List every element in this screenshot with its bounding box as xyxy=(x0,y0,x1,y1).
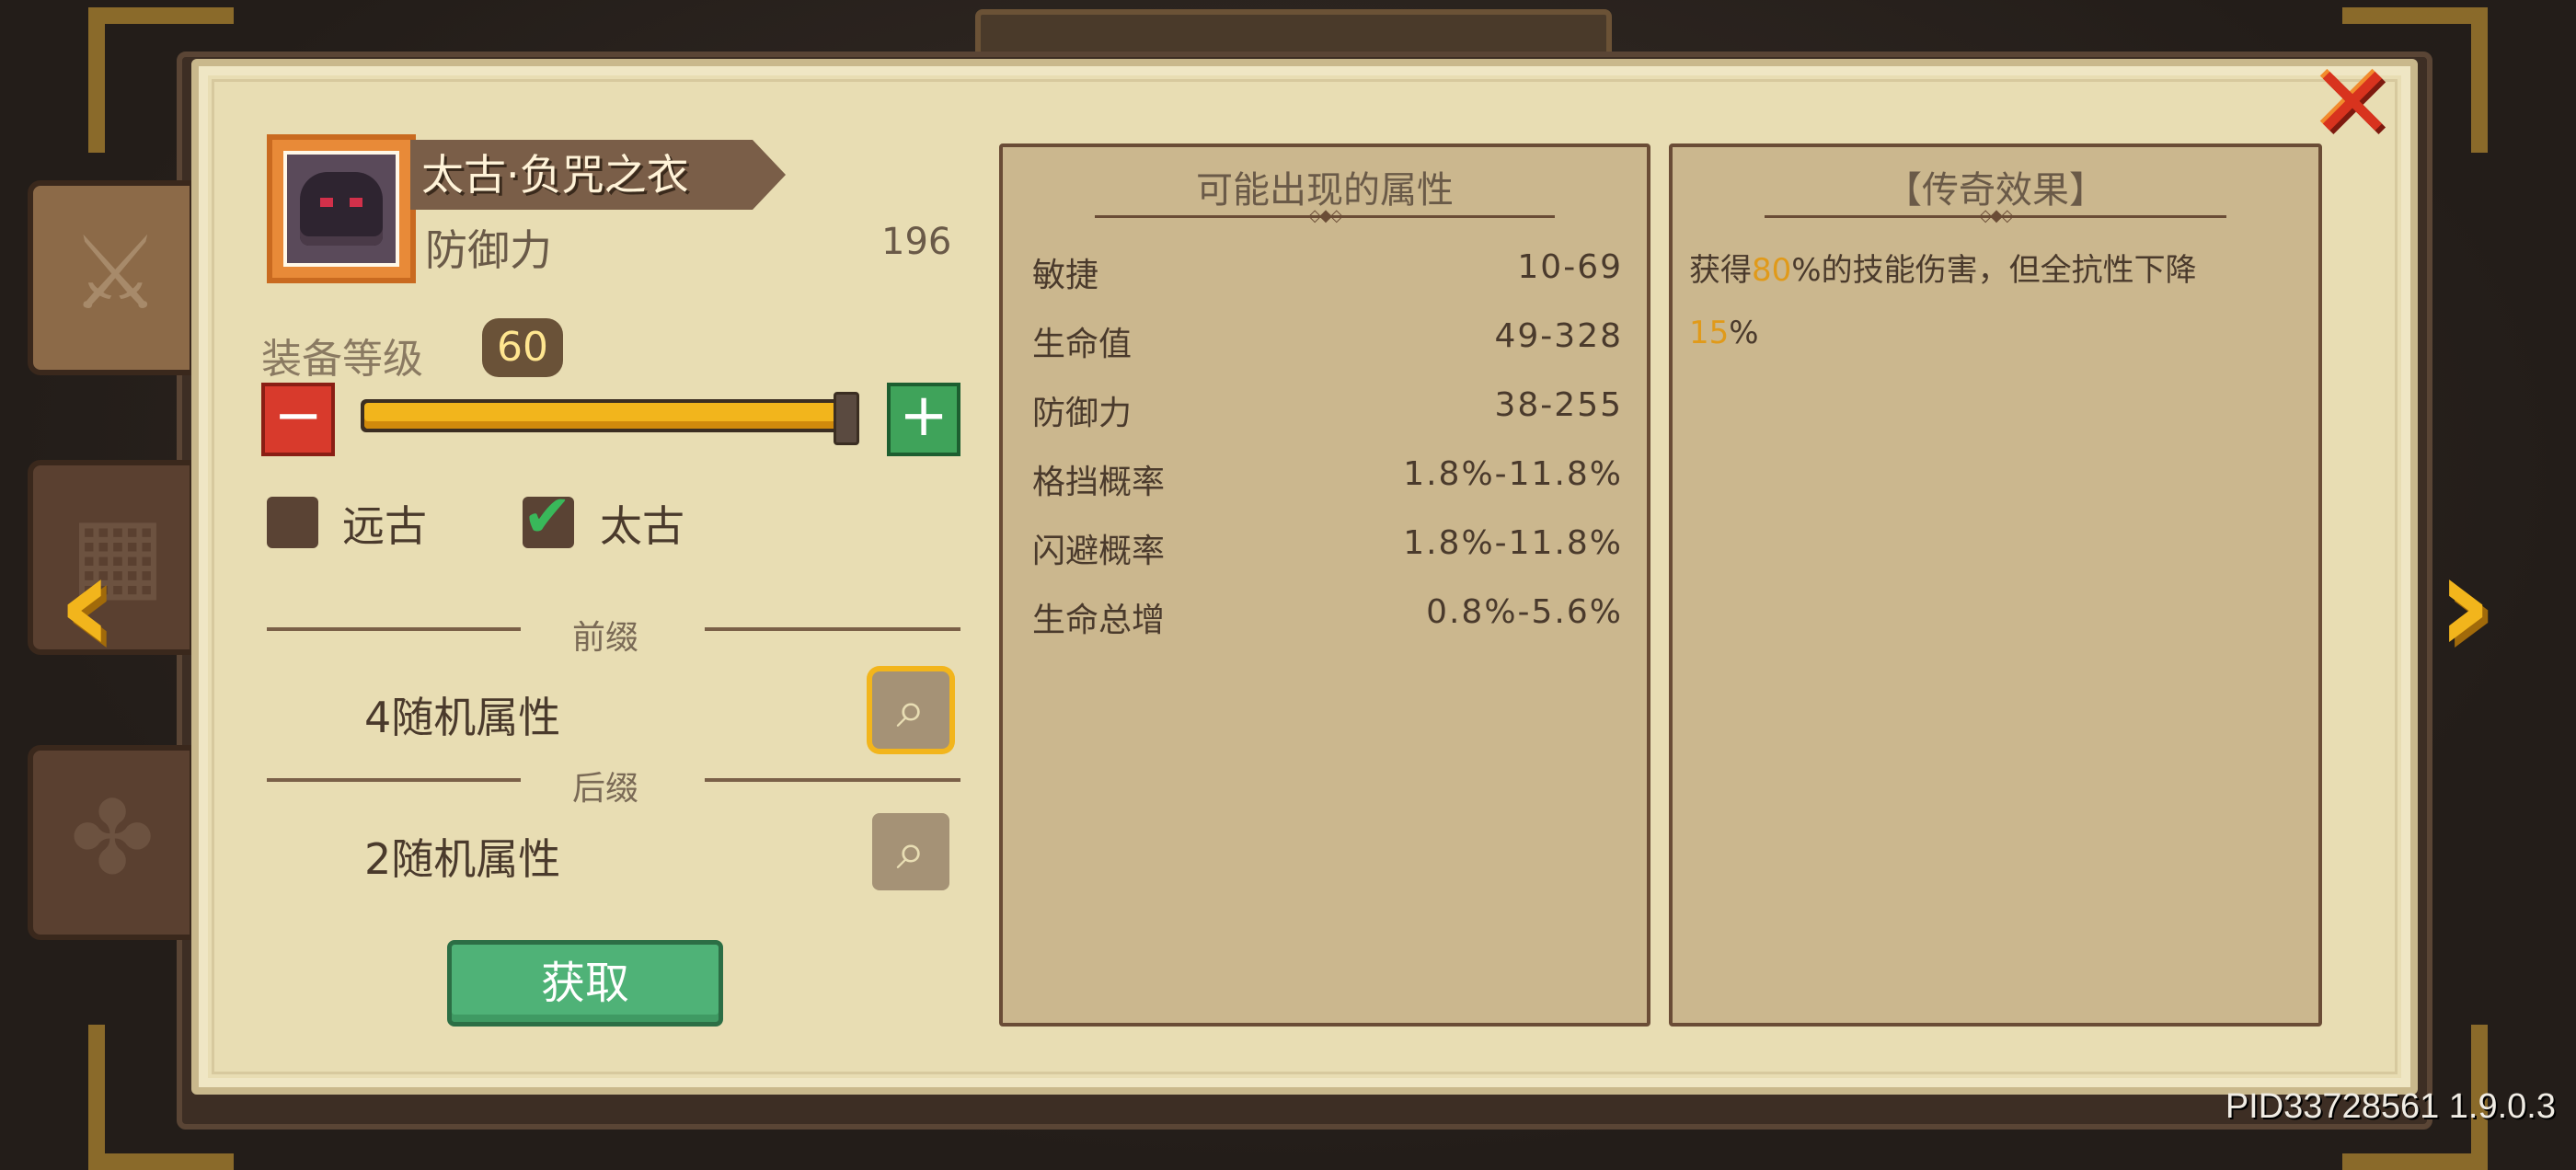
minus-icon: − xyxy=(273,382,323,450)
increase-level-button[interactable]: + xyxy=(887,383,960,456)
level-slider-handle[interactable] xyxy=(834,392,859,445)
item-stat-value: 196 xyxy=(881,221,952,263)
plus-icon: + xyxy=(899,382,949,450)
close-button[interactable]: ✕ xyxy=(2307,52,2398,154)
attribute-range: 38-255 xyxy=(1494,386,1623,424)
attribute-name: 敏捷 xyxy=(1032,257,1099,294)
legendary-effect-line-1: 获得80%的技能伤害，但全抗性下降 xyxy=(1689,245,2197,290)
suffix-label: 后缀 xyxy=(572,770,639,808)
prefix-label: 前缀 xyxy=(572,619,639,657)
effect-text: % xyxy=(1729,315,1759,351)
sword-icon: ⚔ xyxy=(70,214,161,332)
checkmark-icon: ✔ xyxy=(523,483,572,551)
decrease-level-button[interactable]: − xyxy=(261,383,335,456)
level-badge: 60 xyxy=(482,318,563,377)
effect-value: 80 xyxy=(1752,252,1792,289)
attribute-range: 10-69 xyxy=(1517,248,1623,286)
level-slider-fill xyxy=(364,403,845,429)
checkbox-taigu[interactable]: ✔ xyxy=(523,488,574,548)
attribute-row: 闪避概率 1.8%-11.8% xyxy=(1032,517,1623,572)
checkbox-taigu-label: 太古 xyxy=(600,501,684,551)
chest-armor-icon xyxy=(300,172,383,246)
attribute-row: 敏捷 10-69 xyxy=(1032,241,1623,296)
tab-weapon[interactable]: ⚔ xyxy=(28,180,195,375)
legendary-effect-line-2: 15% xyxy=(1689,315,1759,351)
item-name: 太古·负咒之衣 xyxy=(410,140,753,210)
prefix-random-text: 4随机属性 xyxy=(364,693,561,742)
attribute-row: 生命值 49-328 xyxy=(1032,310,1623,365)
attribute-row: 生命总增 0.8%-5.6% xyxy=(1032,586,1623,641)
suffix-divider-left xyxy=(267,778,521,782)
attribute-range: 1.8%-11.8% xyxy=(1403,455,1623,493)
divider-ornament-icon: ◇◆◇ xyxy=(1308,206,1343,225)
suffix-view-button[interactable]: ⌕ xyxy=(872,813,949,890)
attribute-name: 闪避概率 xyxy=(1032,533,1166,570)
legendary-effect-box: 【传奇效果】 ◇◆◇ 获得80%的技能伤害，但全抗性下降 15% xyxy=(1669,143,2322,1027)
prefix-view-button[interactable]: ⌕ xyxy=(872,671,949,749)
divider-ornament-icon: ◇◆◇ xyxy=(1979,206,2014,225)
attribute-range: 1.8%-11.8% xyxy=(1403,524,1623,562)
armor-item-icon xyxy=(283,151,399,267)
build-version-label: PID33728561 1.9.0.3 xyxy=(2225,1087,2556,1126)
possible-attributes-box: 可能出现的属性 ◇◆◇ 敏捷 10-69 生命值 49-328 防御力 38-2… xyxy=(999,143,1650,1027)
chevron-left-icon[interactable]: ‹ xyxy=(57,535,114,673)
clover-icon: ✤ xyxy=(70,779,155,897)
tab-accessory[interactable]: ✤ xyxy=(28,745,195,940)
chevron-right-icon[interactable]: › xyxy=(2436,535,2493,673)
level-slider[interactable] xyxy=(361,399,848,432)
attribute-name: 格挡概率 xyxy=(1032,464,1166,501)
checkbox-yuangu-label: 远古 xyxy=(342,501,427,551)
attribute-row: 防御力 38-255 xyxy=(1032,379,1623,434)
effect-text: %的技能伤害，但全抗性下降 xyxy=(1791,252,2197,289)
item-stat-name: 防御力 xyxy=(425,225,552,275)
item-icon-frame[interactable] xyxy=(267,134,416,283)
get-button[interactable]: 获取 xyxy=(447,940,723,1027)
suffix-random-text: 2随机属性 xyxy=(364,834,561,884)
banner-arrow xyxy=(753,140,786,210)
attribute-name: 生命总增 xyxy=(1032,602,1166,639)
attribute-name: 生命值 xyxy=(1032,326,1133,363)
suffix-divider-right xyxy=(705,778,960,782)
effect-value: 15 xyxy=(1689,315,1730,351)
level-label: 装备等级 xyxy=(261,336,423,383)
prefix-divider-left xyxy=(267,627,521,631)
effect-text: 获得 xyxy=(1689,252,1752,289)
attribute-range: 49-328 xyxy=(1494,317,1623,355)
checkbox-yuangu[interactable] xyxy=(267,497,318,548)
attribute-row: 格挡概率 1.8%-11.8% xyxy=(1032,448,1623,503)
close-icon: ✕ xyxy=(2309,44,2396,162)
attribute-range: 0.8%-5.6% xyxy=(1426,593,1623,631)
magnifier-icon: ⌕ xyxy=(896,680,926,740)
magnifier-icon: ⌕ xyxy=(896,821,926,881)
attribute-name: 防御力 xyxy=(1032,395,1133,432)
prefix-divider-right xyxy=(705,627,960,631)
